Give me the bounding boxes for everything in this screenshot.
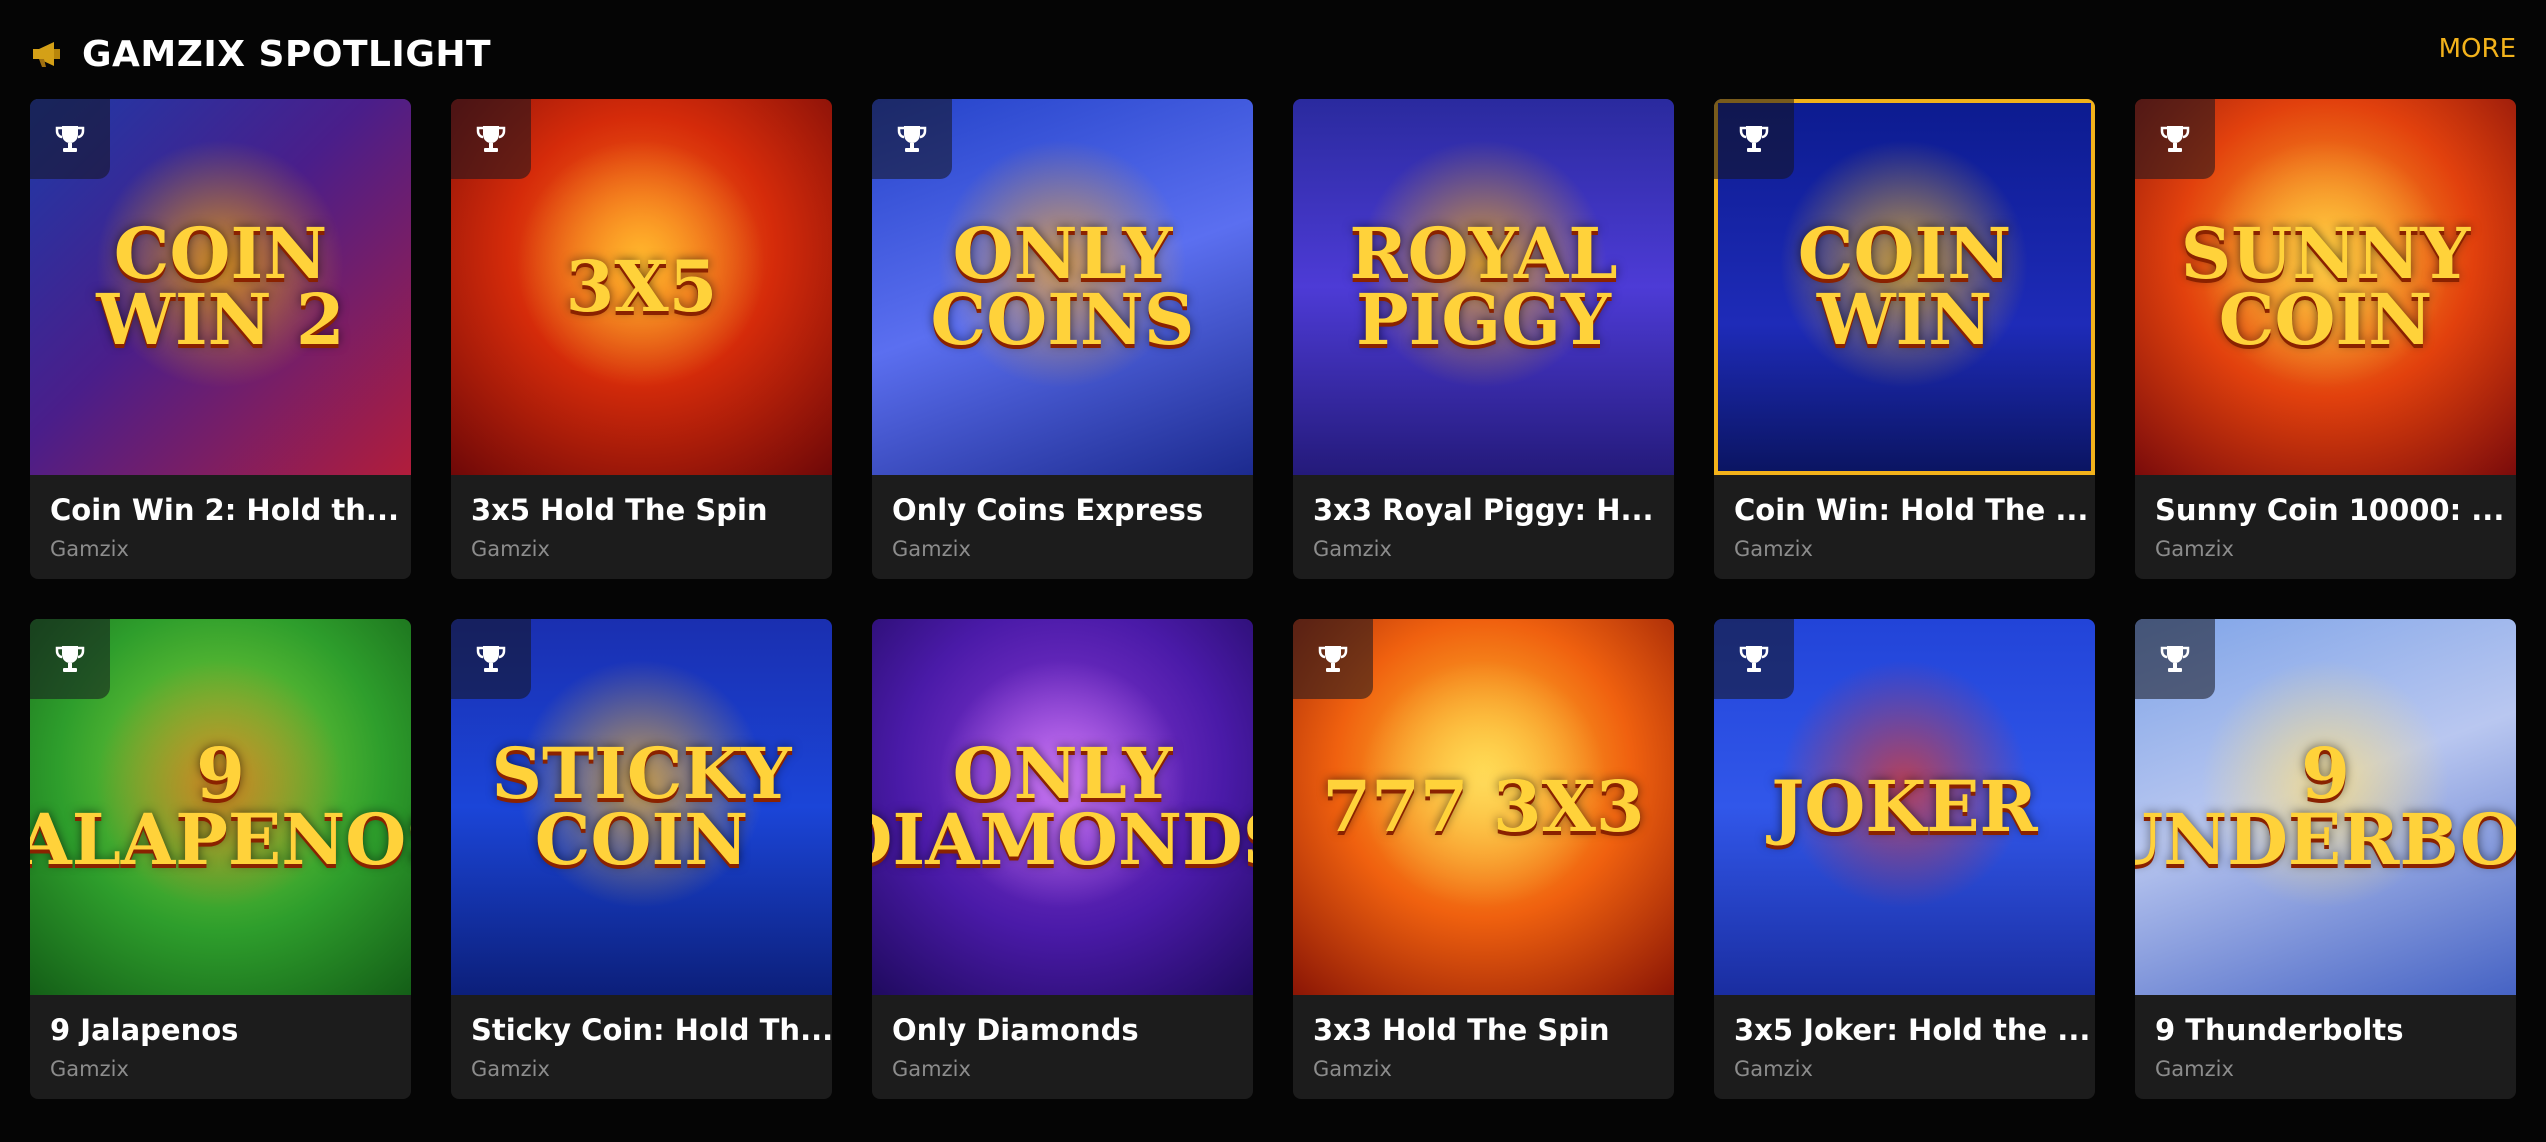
game-thumbnail[interactable]: 9 JALAPENOS (30, 619, 411, 995)
game-provider: Gamzix (892, 537, 971, 561)
game-card[interactable]: COIN WIN 2 Coin Win 2: Hold th... Gamzix (30, 99, 411, 579)
game-thumbnail[interactable]: 3X5 (451, 99, 832, 475)
game-card[interactable]: STICKY COIN Sticky Coin: Hold Th... Gamzix (451, 619, 832, 1099)
thumbnail-logo-text: COIN WIN (1797, 211, 2012, 361)
game-title[interactable]: Sunny Coin 10000: ... (2155, 493, 2504, 527)
trophy-icon (1714, 99, 1794, 179)
game-title[interactable]: Only Diamonds (892, 1013, 1233, 1047)
thumbnail-logo-text: ONLY COINS (930, 211, 1195, 361)
thumbnail-logo-text: JOKER (1771, 764, 2038, 848)
thumbnail-logo-text: ROYAL PIGGY (1349, 211, 1618, 361)
game-card[interactable]: COIN WIN Coin Win: Hold The ... Gamzix (1714, 99, 2095, 579)
game-title[interactable]: 3x3 Hold The Spin (1313, 1013, 1654, 1047)
game-title[interactable]: 3x5 Joker: Hold the ... (1734, 1013, 2090, 1047)
game-info: Sticky Coin: Hold Th... Gamzix (451, 995, 832, 1081)
game-card[interactable]: 777 3X3 3x3 Hold The Spin Gamzix (1293, 619, 1674, 1099)
game-card[interactable]: 3X5 3x5 Hold The Spin Gamzix (451, 99, 832, 579)
game-info: 9 Thunderbolts Gamzix (2135, 995, 2516, 1081)
game-info: Coin Win 2: Hold th... Gamzix (30, 475, 411, 561)
thumbnail-logo-text: 9 JALAPENOS (30, 731, 411, 881)
game-thumbnail[interactable]: ONLY COINS (872, 99, 1253, 475)
trophy-icon (451, 619, 531, 699)
trophy-icon (451, 99, 531, 179)
game-provider: Gamzix (50, 537, 129, 561)
game-info: Only Diamonds Gamzix (872, 995, 1253, 1081)
game-info: 3x3 Royal Piggy: H... Gamzix (1293, 475, 1674, 561)
game-title[interactable]: Sticky Coin: Hold Th... (471, 1013, 832, 1047)
game-provider: Gamzix (892, 1057, 971, 1081)
game-provider: Gamzix (471, 1057, 550, 1081)
thumbnail-logo-text: STICKY COIN (491, 731, 792, 881)
game-provider: Gamzix (2155, 1057, 2234, 1081)
game-thumbnail[interactable]: 9 THUNDERBOLTS (2135, 619, 2516, 995)
game-thumbnail[interactable]: 777 3X3 (1293, 619, 1674, 995)
trophy-icon (30, 99, 110, 179)
thumbnail-logo-text: ONLY DIAMONDS (872, 731, 1253, 881)
game-card[interactable]: ONLY COINS Only Coins Express Gamzix (872, 99, 1253, 579)
game-thumbnail[interactable]: STICKY COIN (451, 619, 832, 995)
trophy-icon (1293, 619, 1373, 699)
game-thumbnail[interactable]: JOKER (1714, 619, 2095, 995)
game-thumbnail[interactable]: COIN WIN (1714, 99, 2095, 475)
section-header: GAMZIX SPOTLIGHT MORE (30, 24, 2516, 84)
trophy-icon (872, 99, 952, 179)
game-card[interactable]: ONLY DIAMONDS Only Diamonds Gamzix (872, 619, 1253, 1099)
page-title: GAMZIX SPOTLIGHT (82, 33, 492, 75)
game-provider: Gamzix (471, 537, 550, 561)
game-title[interactable]: 9 Thunderbolts (2155, 1013, 2496, 1047)
game-info: 3x5 Hold The Spin Gamzix (451, 475, 832, 561)
trophy-icon (30, 619, 110, 699)
game-thumbnail[interactable]: ONLY DIAMONDS (872, 619, 1253, 995)
game-info: 9 Jalapenos Gamzix (30, 995, 411, 1081)
game-thumbnail[interactable]: SUNNY COIN (2135, 99, 2516, 475)
game-info: Only Coins Express Gamzix (872, 475, 1253, 561)
game-provider: Gamzix (1313, 1057, 1392, 1081)
title-group: GAMZIX SPOTLIGHT (30, 34, 491, 75)
game-provider: Gamzix (1313, 537, 1392, 561)
megaphone-icon (30, 39, 68, 69)
game-title[interactable]: Coin Win: Hold The ... (1734, 493, 2088, 527)
trophy-icon (1714, 619, 1794, 699)
more-link[interactable]: MORE (2439, 34, 2516, 64)
game-card[interactable]: 9 JALAPENOS 9 Jalapenos Gamzix (30, 619, 411, 1099)
game-title[interactable]: 3x5 Hold The Spin (471, 493, 812, 527)
game-title[interactable]: 3x3 Royal Piggy: H... (1313, 493, 1654, 527)
thumbnail-logo-text: SUNNY COIN (2180, 211, 2471, 361)
game-title[interactable]: Only Coins Express (892, 493, 1233, 527)
trophy-icon (2135, 619, 2215, 699)
game-provider: Gamzix (1734, 1057, 1813, 1081)
thumbnail-logo-text: 9 THUNDERBOLTS (2135, 731, 2516, 881)
thumbnail-logo-text: 777 3X3 (1322, 764, 1645, 848)
game-grid: COIN WIN 2 Coin Win 2: Hold th... Gamzix 3X… (30, 99, 2516, 1099)
game-card[interactable]: SUNNY COIN Sunny Coin 10000: ... Gamzix (2135, 99, 2516, 579)
game-title[interactable]: Coin Win 2: Hold th... (50, 493, 399, 527)
thumbnail-logo-text: COIN WIN 2 (96, 211, 345, 361)
thumbnail-logo-text: 3X5 (565, 244, 718, 328)
game-thumbnail[interactable]: ROYAL PIGGY (1293, 99, 1674, 475)
game-card[interactable]: ROYAL PIGGY 3x3 Royal Piggy: H... Gamzix (1293, 99, 1674, 579)
trophy-icon (2135, 99, 2215, 179)
game-info: 3x5 Joker: Hold the ... Gamzix (1714, 995, 2095, 1081)
game-title[interactable]: 9 Jalapenos (50, 1013, 391, 1047)
game-info: 3x3 Hold The Spin Gamzix (1293, 995, 1674, 1081)
game-provider: Gamzix (1734, 537, 1813, 561)
game-card[interactable]: JOKER 3x5 Joker: Hold the ... Gamzix (1714, 619, 2095, 1099)
game-card[interactable]: 9 THUNDERBOLTS 9 Thunderbolts Gamzix (2135, 619, 2516, 1099)
game-provider: Gamzix (50, 1057, 129, 1081)
game-info: Coin Win: Hold The ... Gamzix (1714, 475, 2095, 561)
game-thumbnail[interactable]: COIN WIN 2 (30, 99, 411, 475)
game-provider: Gamzix (2155, 537, 2234, 561)
game-info: Sunny Coin 10000: ... Gamzix (2135, 475, 2516, 561)
